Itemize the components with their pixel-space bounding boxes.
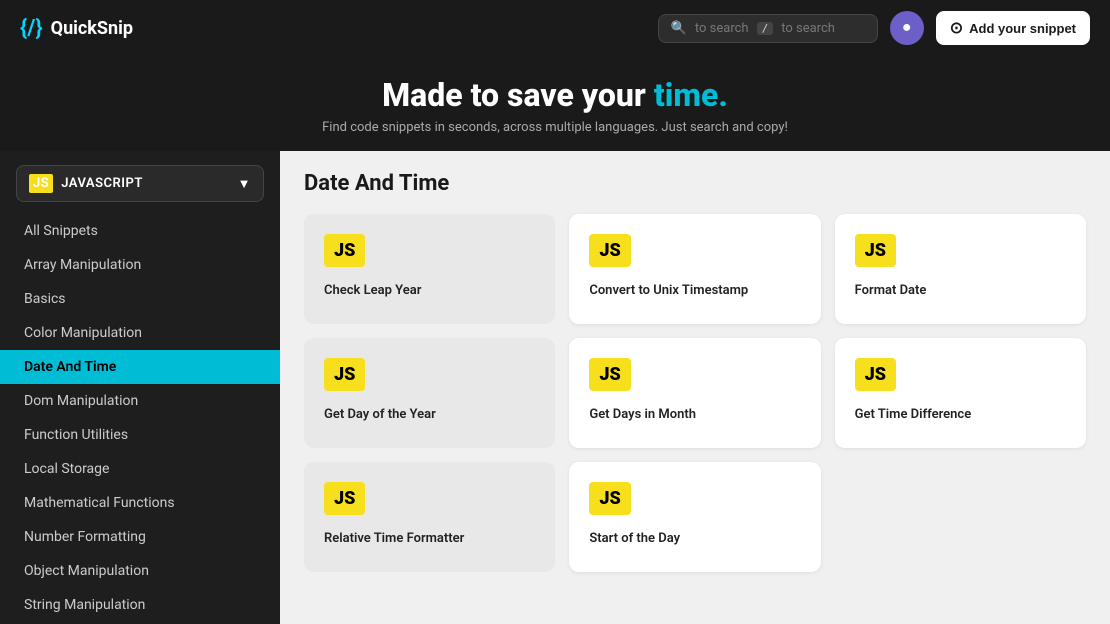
- card-label: Check Leap Year: [324, 283, 421, 298]
- add-snippet-label: Add your snippet: [969, 21, 1076, 36]
- card-label: Format Date: [855, 283, 927, 298]
- card-get-day-of-year[interactable]: JS Get Day of the Year: [304, 338, 555, 448]
- js-badge: JS: [324, 234, 365, 267]
- js-badge: JS: [855, 234, 896, 267]
- sidebar-item-string-manipulation[interactable]: String Manipulation: [0, 588, 280, 622]
- card-label: Convert to Unix Timestamp: [589, 283, 748, 298]
- js-badge: JS: [324, 358, 365, 391]
- card-start-of-day[interactable]: JS Start of the Day: [569, 462, 820, 572]
- content-inner: Date And Time JS Check Leap Year JS Convert…: [304, 171, 1086, 572]
- logo: {/} QuickSnip: [20, 16, 133, 41]
- card-get-days-in-month[interactable]: JS Get Days in Month: [569, 338, 820, 448]
- content-area: Date And Time JS Check Leap Year JS Convert…: [280, 151, 1110, 624]
- search-icon: 🔍: [671, 21, 687, 36]
- sidebar: JS JAVASCRIPT ▼ All SnippetsArray Manipu…: [0, 151, 280, 624]
- lang-selector-left: JS JAVASCRIPT: [29, 174, 143, 193]
- header-right: 🔍 to search / to search ● ⊙ Add your sni…: [658, 11, 1090, 45]
- js-badge: JS: [589, 358, 630, 391]
- card-label: Relative Time Formatter: [324, 531, 464, 546]
- card-label: Get Days in Month: [589, 407, 696, 422]
- js-badge: JS: [589, 234, 630, 267]
- card-label: Get Day of the Year: [324, 407, 436, 422]
- card-format-date[interactable]: JS Format Date: [835, 214, 1086, 324]
- header: {/} QuickSnip 🔍 to search / to search ● …: [0, 0, 1110, 56]
- js-badge: JS: [324, 482, 365, 515]
- js-badge: JS: [589, 482, 630, 515]
- card-relative-time-formatter[interactable]: JS Relative Time Formatter: [304, 462, 555, 572]
- chevron-down-icon: ▼: [238, 176, 251, 192]
- js-badge-small: JS: [29, 174, 53, 193]
- sidebar-item-dom-manipulation[interactable]: Dom Manipulation: [0, 384, 280, 418]
- sidebar-item-mathematical-functions[interactable]: Mathematical Functions: [0, 486, 280, 520]
- sidebar-item-array-manipulation[interactable]: Array Manipulation: [0, 248, 280, 282]
- add-snippet-button[interactable]: ⊙ Add your snippet: [936, 11, 1090, 45]
- sidebar-item-color-manipulation[interactable]: Color Manipulation: [0, 316, 280, 350]
- hero-title-start: Made to save your: [382, 76, 646, 114]
- logo-icon: {/}: [20, 16, 43, 41]
- cards-grid: JS Check Leap Year JS Convert to Unix Times…: [304, 214, 1086, 572]
- section-title: Date And Time: [304, 171, 1086, 196]
- card-label: Start of the Day: [589, 531, 680, 546]
- search-type-label: to search: [695, 21, 749, 36]
- search-hint: to search: [781, 21, 835, 36]
- card-label: Get Time Difference: [855, 407, 972, 422]
- sidebar-item-basics[interactable]: Basics: [0, 282, 280, 316]
- hero-title: Made to save your time.: [0, 76, 1110, 114]
- hero-title-accent: time.: [654, 76, 728, 114]
- sidebar-item-all-snippets[interactable]: All Snippets: [0, 214, 280, 248]
- sidebar-item-local-storage[interactable]: Local Storage: [0, 452, 280, 486]
- hero-subtitle: Find code snippets in seconds, across mu…: [0, 120, 1110, 135]
- js-badge: JS: [855, 358, 896, 391]
- logo-text: QuickSnip: [51, 18, 133, 39]
- card-convert-unix-timestamp[interactable]: JS Convert to Unix Timestamp: [569, 214, 820, 324]
- card-check-leap-year[interactable]: JS Check Leap Year: [304, 214, 555, 324]
- avatar-icon: ●: [902, 19, 912, 37]
- language-selector[interactable]: JS JAVASCRIPT ▼: [16, 165, 264, 202]
- slash-key: /: [757, 22, 774, 35]
- card-get-time-difference[interactable]: JS Get Time Difference: [835, 338, 1086, 448]
- search-bar[interactable]: 🔍 to search / to search: [658, 14, 878, 43]
- avatar-button[interactable]: ●: [890, 11, 924, 45]
- sidebar-item-number-formatting[interactable]: Number Formatting: [0, 520, 280, 554]
- main-layout: JS JAVASCRIPT ▼ All SnippetsArray Manipu…: [0, 151, 1110, 624]
- sidebar-nav: All SnippetsArray ManipulationBasicsColo…: [0, 210, 280, 624]
- github-icon: ⊙: [950, 18, 963, 38]
- hero-section: Made to save your time. Find code snippe…: [0, 56, 1110, 151]
- sidebar-item-function-utilities[interactable]: Function Utilities: [0, 418, 280, 452]
- lang-label: JAVASCRIPT: [61, 176, 143, 191]
- sidebar-item-date-and-time[interactable]: Date And Time: [0, 350, 280, 384]
- sidebar-item-object-manipulation[interactable]: Object Manipulation: [0, 554, 280, 588]
